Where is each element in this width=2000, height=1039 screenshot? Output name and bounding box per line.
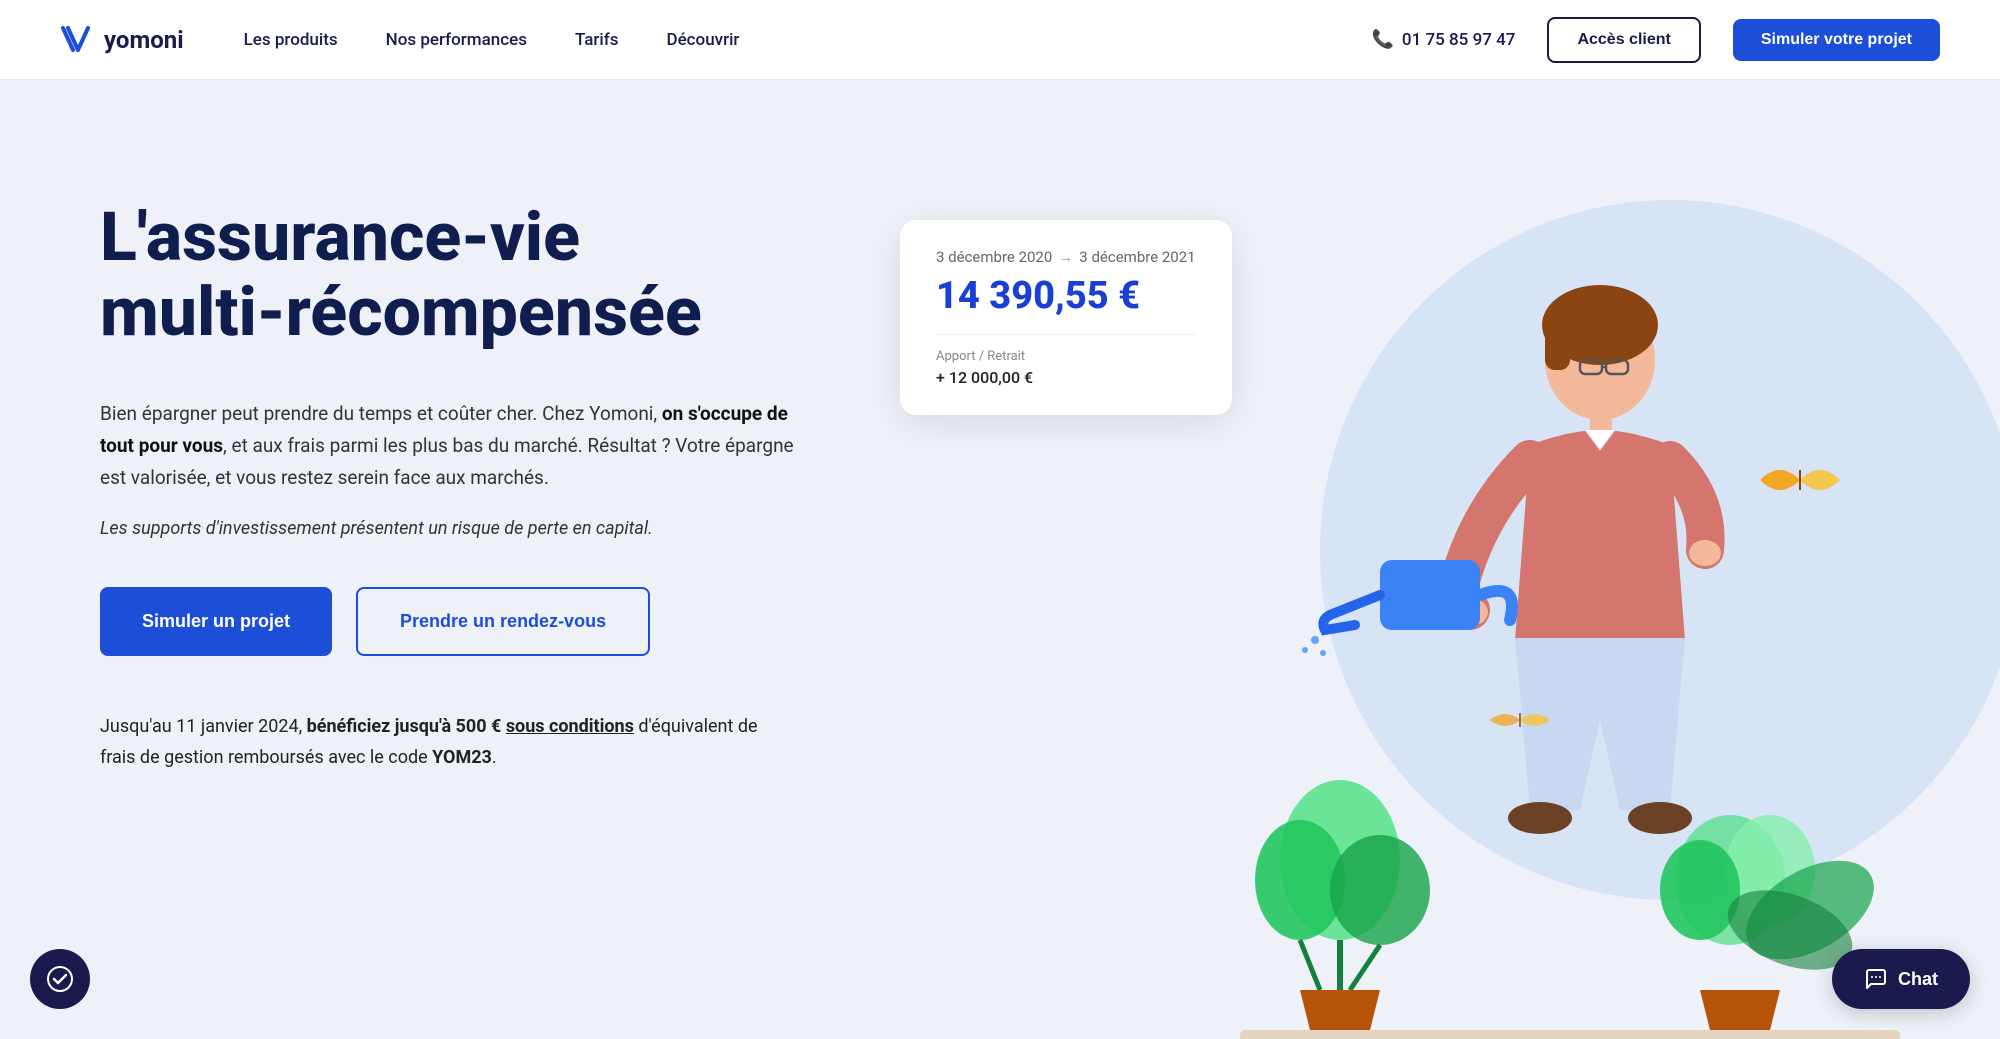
hero-title: L'assurance-viemulti-récompensée [100,200,880,350]
hero-content: L'assurance-viemulti-récompensée Bien ép… [100,160,880,774]
hero-description: Bien épargner peut prendre du temps et c… [100,398,800,495]
simuler-un-projet-button[interactable]: Simuler un projet [100,587,332,656]
nav-tarifs[interactable]: Tarifs [575,30,619,50]
logo-text: yomoni [104,26,184,54]
performance-card: 3 décembre 2020 → 3 décembre 2021 14 390… [900,220,1232,415]
chat-label: Chat [1898,969,1938,990]
nav-nos-performances[interactable]: Nos performances [386,30,527,50]
logo[interactable]: yomoni [60,22,184,58]
hero-right: 3 décembre 2020 → 3 décembre 2021 14 390… [880,160,1940,180]
badge-icon [46,965,74,993]
hero-disclaimer: Les supports d'investissement présentent… [100,518,800,539]
header-right: 📞 01 75 85 97 47 Accès client Simuler vo… [1372,17,1941,63]
card-amount: 14 390,55 € [936,274,1196,318]
card-apport-value: + 12 000,00 € [936,368,1196,387]
phone-number: 01 75 85 97 47 [1402,30,1516,50]
phone-icon: 📞 [1372,29,1394,50]
prendre-rdv-button[interactable]: Prendre un rendez-vous [356,587,650,656]
hero-promo: Jusqu'au 11 janvier 2024, bénéficiez jus… [100,712,780,773]
chat-icon [1864,967,1888,991]
card-date-arrow: → [1058,248,1073,266]
main-nav: Les produits Nos performances Tarifs Déc… [244,30,1372,50]
card-date-range: 3 décembre 2020 → 3 décembre 2021 [936,248,1196,266]
card-date-from: 3 décembre 2020 [936,248,1052,266]
bottom-badge[interactable] [30,949,90,1009]
card-date-to: 3 décembre 2021 [1079,248,1195,266]
chat-button[interactable]: Chat [1832,949,1970,1009]
acces-client-button[interactable]: Accès client [1547,17,1700,63]
hero-section: L'assurance-viemulti-récompensée Bien ép… [0,80,2000,1039]
promo-link[interactable]: sous conditions [506,716,634,737]
hero-illustration [1140,160,1940,1039]
simuler-votre-projet-button[interactable]: Simuler votre projet [1733,19,1940,61]
phone-area: 📞 01 75 85 97 47 [1372,29,1516,50]
hero-buttons: Simuler un projet Prendre un rendez-vous [100,587,880,656]
logo-icon [60,22,96,58]
nav-les-produits[interactable]: Les produits [244,30,338,50]
nav-decouvrir[interactable]: Découvrir [666,30,739,50]
header: yomoni Les produits Nos performances Tar… [0,0,2000,80]
person-illustration-svg [1140,160,1940,1039]
card-apport-label: Apport / Retrait [936,349,1196,364]
card-divider [936,334,1196,335]
